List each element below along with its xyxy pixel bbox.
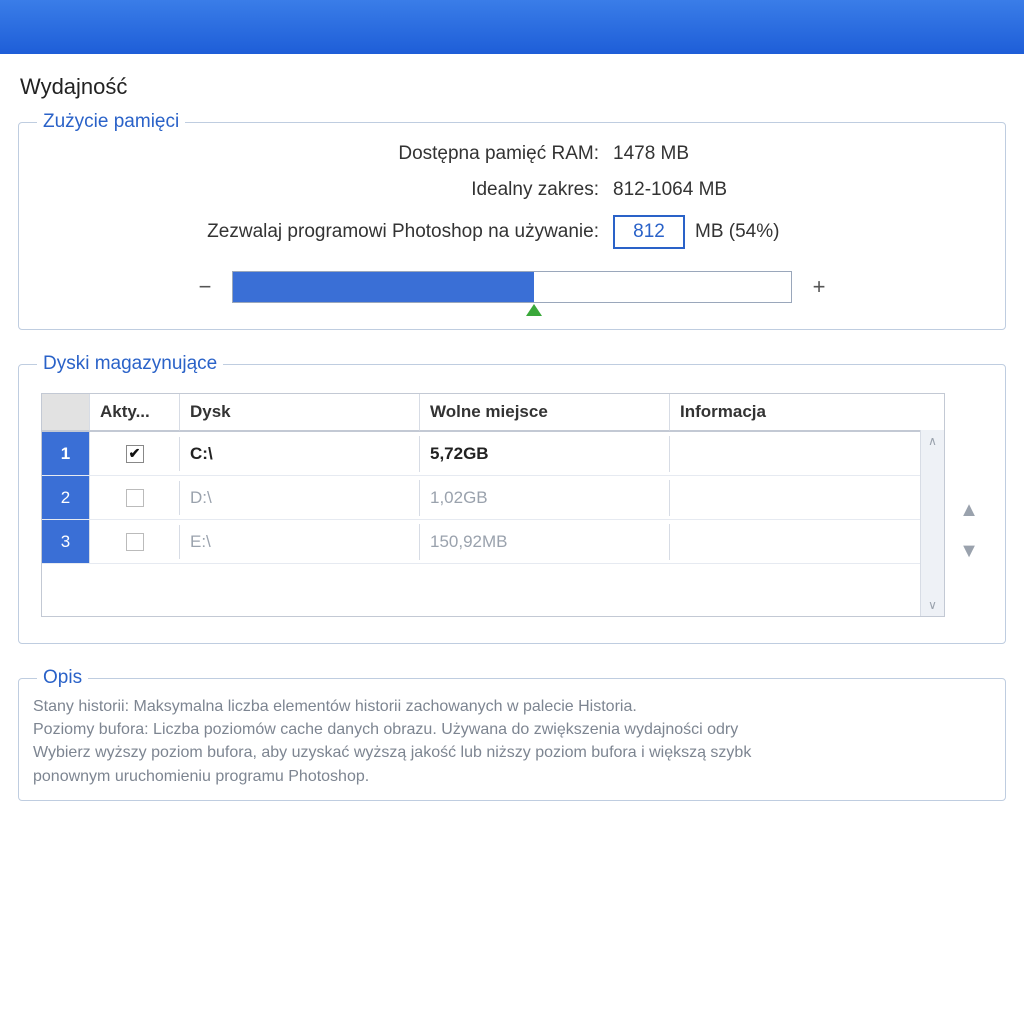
allow-usage-input[interactable] [613,215,685,249]
available-ram-label: Dostępna pamięć RAM: [41,143,613,165]
col-active-header[interactable]: Akty... [90,394,180,431]
disks-legend: Dyski magazynujące [37,353,223,375]
allow-usage-suffix: MB (54%) [695,221,779,243]
table-row[interactable]: 3 E:\150,92MB [42,520,944,564]
page-title: Wydajność [20,74,1006,100]
col-info-header[interactable]: Informacja [670,394,944,431]
row-number: 1 [42,432,90,475]
description-group: Opis Stany historii: Maksymalna liczba e… [18,678,1006,801]
scroll-down-icon[interactable]: ∨ [928,598,937,612]
memory-slider-fill [233,272,534,302]
disk-name: C:\ [180,436,420,472]
free-space: 5,72GB [420,436,670,472]
memory-slider[interactable] [232,271,792,303]
scratch-disks-group: Dyski magazynujące Akty... Dysk Wolne mi… [18,364,1006,644]
memory-usage-group: Zużycie pamięci Dostępna pamięć RAM: 147… [18,122,1006,330]
table-row[interactable]: 2 D:\1,02GB [42,476,944,520]
active-checkbox[interactable] [126,489,144,507]
disk-info [670,534,944,550]
disk-name: D:\ [180,480,420,516]
disk-name: E:\ [180,524,420,560]
active-checkbox[interactable] [126,533,144,551]
allow-usage-label: Zezwalaj programowi Photoshop na używani… [41,221,613,243]
memory-slider-marker-icon[interactable] [526,304,542,316]
move-up-button[interactable]: ▲ [959,499,979,522]
move-down-button[interactable]: ▼ [959,540,979,563]
ideal-range-label: Idealny zakres: [41,179,613,201]
table-header: Akty... Dysk Wolne miejsce Informacja [42,394,944,432]
slider-increase-button[interactable]: + [810,274,828,300]
col-free-header[interactable]: Wolne miejsce [420,394,670,431]
table-scrollbar[interactable]: ∧ ∨ [920,430,944,616]
disk-info [670,446,944,462]
ideal-range-value: 812-1064 MB [613,179,727,201]
scroll-up-icon[interactable]: ∧ [928,434,937,448]
memory-legend: Zużycie pamięci [37,111,185,133]
col-disk-header[interactable]: Dysk [180,394,420,431]
active-checkbox[interactable]: ✔ [126,445,144,463]
description-text: Stany historii: Maksymalna liczba elemen… [33,695,987,788]
row-number: 2 [42,476,90,519]
description-legend: Opis [37,667,88,689]
free-space: 1,02GB [420,480,670,516]
scratch-disks-table: Akty... Dysk Wolne miejsce Informacja 1 ✔… [41,393,945,617]
slider-decrease-button[interactable]: − [196,274,214,300]
row-number: 3 [42,520,90,563]
table-row[interactable]: 1 ✔ C:\5,72GB [42,432,944,476]
disk-info [670,490,944,506]
table-header-spacer [42,394,90,431]
window-titlebar [0,0,1024,54]
available-ram-value: 1478 MB [613,143,689,165]
free-space: 150,92MB [420,524,670,560]
